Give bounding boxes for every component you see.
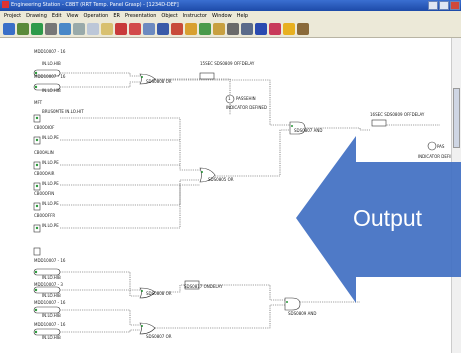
menu-presentation[interactable]: Presentation [125, 11, 156, 21]
wizard-icon[interactable] [297, 23, 309, 35]
input-label: CB00OAIR [34, 171, 55, 176]
window-controls [428, 1, 460, 10]
scrollbar-thumb[interactable] [453, 88, 460, 148]
input-label: CB00OFFR [34, 213, 56, 218]
grid-icon[interactable] [227, 23, 239, 35]
input-sub-label: IN.LO.HIB [42, 335, 61, 340]
indicator-label: INDICATOR DEFINED [226, 105, 267, 110]
minimize-button[interactable] [428, 1, 438, 10]
gear-icon[interactable] [213, 23, 225, 35]
menu-instructor[interactable]: Instructor [183, 11, 207, 21]
pass-label: PAS [437, 144, 445, 149]
chart-icon[interactable] [185, 23, 197, 35]
menu-project[interactable]: Project [4, 11, 21, 21]
network-icon[interactable] [171, 23, 183, 35]
input-label: CB00OFIN [34, 191, 55, 196]
input-label: MDD10007 - 16 [34, 258, 66, 263]
input-label: CB00ALIN [34, 150, 54, 155]
monitor-icon[interactable] [241, 23, 253, 35]
or-gate-label: SDS0808 OR [146, 291, 172, 296]
delay-label: SDS0817 ONDELAY [184, 284, 223, 289]
palette-icon[interactable] [255, 23, 267, 35]
and-gate-label: SDS0809 AND [288, 311, 317, 316]
indicator-number: 1 [228, 96, 231, 101]
key-icon[interactable] [129, 23, 141, 35]
or-gate-label: SDS0805 OR [208, 177, 234, 182]
menu-object[interactable]: Object [161, 11, 177, 21]
input-sub-label: IN.LO.HIB [42, 275, 61, 280]
input-label: MDD10007 - 16 [34, 49, 66, 54]
or-gate-label: SDS0807 OR [146, 334, 172, 339]
menu-operation[interactable]: Operation [83, 11, 108, 21]
maximize-button[interactable] [439, 1, 449, 10]
menu-view[interactable]: View [67, 11, 79, 21]
timer-label: 15SEC SDS0809 OFFDELAY [200, 61, 255, 66]
copy-icon[interactable] [87, 23, 99, 35]
input-label: MDD10007 - 16 [34, 300, 66, 305]
paste-icon[interactable] [101, 23, 113, 35]
library-icon[interactable] [17, 23, 29, 35]
input-label: MDD10007 - 3 [34, 282, 63, 287]
recycle-icon[interactable] [31, 23, 43, 35]
broom-icon[interactable] [283, 23, 295, 35]
window-icon[interactable] [143, 23, 155, 35]
cut-icon[interactable] [73, 23, 85, 35]
input-label: MDD10007 - 16 [34, 322, 66, 327]
window-title: Engineering Station - C8BT (RRT Temp. Pa… [11, 2, 179, 8]
menu-edit[interactable]: Edit [52, 11, 62, 21]
input-sub-label: IN.LO.HIB [42, 293, 61, 298]
menu-help[interactable]: Help [237, 11, 248, 21]
input-sub-label: IN.LO.PE [42, 181, 59, 186]
settings-icon[interactable] [199, 23, 211, 35]
frame-icon[interactable] [157, 23, 169, 35]
input-sub-label: IN.LO.HIB [42, 88, 61, 93]
scan-icon[interactable] [59, 23, 71, 35]
timer-label: 16SEC SDS0809 OFFDELAY [370, 112, 425, 117]
input-sub-label: IN.LO.HIB [42, 313, 61, 318]
menu-bar: Project Drawing Edit View Operation ER P… [0, 11, 461, 21]
menu-window[interactable]: Window [212, 11, 232, 21]
input-sub-label: BRUS0MTE IN.LO.HIT [42, 109, 84, 114]
input-sub-label: IN.LO.HIB [42, 61, 61, 66]
title-bar: Engineering Station - C8BT (RRT Temp. Pa… [0, 0, 461, 11]
diagram-canvas[interactable]: MDD10007 - 16 IN.LO.HIB MDD10007 - 16 IN… [0, 38, 461, 353]
vertical-scrollbar[interactable] [451, 38, 461, 353]
and-gate-label: SDS0807 AND [294, 128, 323, 133]
pass-label: PASSEHIN [236, 96, 256, 101]
or-gate-label: SDS0808 OR [146, 79, 172, 84]
input-label: MDD10007 - 16 [34, 74, 66, 79]
input-sub-label: IN.LO.PE [42, 223, 59, 228]
print-icon[interactable] [45, 23, 57, 35]
help-icon[interactable] [269, 23, 281, 35]
input-label: CB00OIOF [34, 125, 55, 130]
menu-er[interactable]: ER [113, 11, 120, 21]
menu-drawing[interactable]: Drawing [26, 11, 47, 21]
callout-text: Output [353, 205, 423, 231]
input-sub-label: IN.LO.PE [42, 160, 59, 165]
input-sub-label: IN.LO.PE [42, 201, 59, 206]
logic-diagram [33, 69, 440, 336]
input-label: MFT [34, 100, 43, 105]
app-icon [2, 1, 9, 8]
link-icon[interactable] [115, 23, 127, 35]
input-sub-label: IN.LO.PE [42, 135, 59, 140]
close-button[interactable] [450, 1, 460, 10]
toolbar [0, 21, 461, 38]
open-book-icon[interactable] [3, 23, 15, 35]
